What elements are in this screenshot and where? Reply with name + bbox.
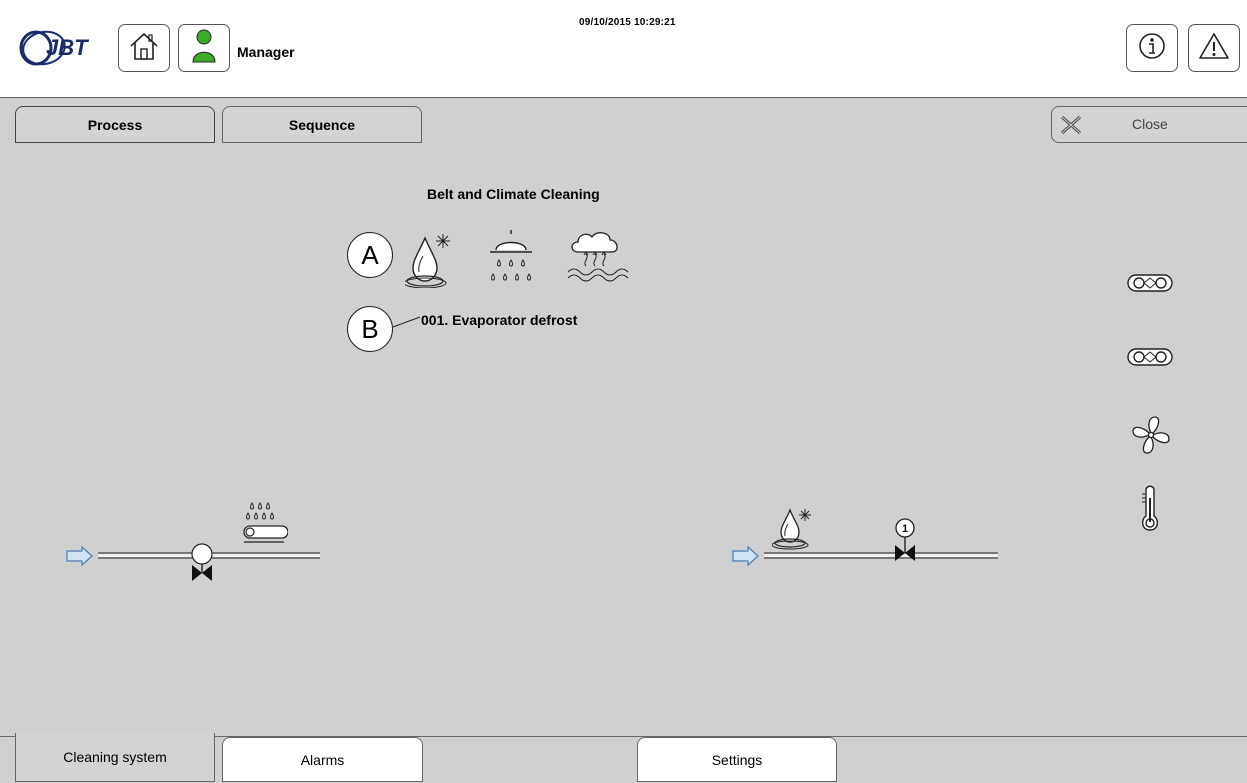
info-icon [1137, 31, 1167, 66]
tab-settings[interactable]: Settings [637, 737, 837, 782]
belt-drive-icon [1126, 273, 1174, 298]
callout-b: B [347, 306, 393, 352]
home-icon [128, 31, 160, 66]
callout-a: A [347, 232, 393, 278]
info-button[interactable] [1126, 24, 1178, 72]
valve-number: 1 [902, 523, 908, 535]
user-icon [191, 29, 217, 68]
current-step: 001. Evaporator defrost [421, 312, 578, 328]
tab-process-label: Process [87, 116, 143, 133]
tab-alarms-label: Alarms [300, 751, 345, 768]
close-label: Close [1132, 116, 1168, 132]
tab-alarms[interactable]: Alarms [222, 737, 423, 782]
belt-wash-icon [240, 500, 289, 555]
defrost-drop-icon [403, 228, 455, 293]
tab-sequence-label: Sequence [288, 116, 356, 133]
defrost-drop-icon [771, 506, 822, 557]
tab-cleaning-system[interactable]: Cleaning system [15, 733, 215, 782]
tab-sequence[interactable]: Sequence [222, 106, 422, 143]
alarm-button[interactable] [1188, 24, 1240, 72]
home-button[interactable] [118, 24, 170, 72]
belt-drive-icon [1126, 347, 1174, 372]
thermometer-icon [1138, 484, 1162, 539]
close-icon [1060, 115, 1082, 140]
valve-icon[interactable]: 1 [882, 516, 928, 573]
tab-process[interactable]: Process [15, 106, 215, 143]
datetime: 09/10/2015 10:29:21 [579, 17, 676, 28]
right-flow-line [732, 545, 998, 567]
callout-b-leader [392, 316, 421, 328]
jbt-logo: JBT [16, 26, 104, 70]
main-panel [0, 97, 1247, 783]
warning-icon [1198, 31, 1230, 66]
top-bar: JBT Manager 09/10/2015 10:29:21 [0, 0, 1247, 97]
close-button[interactable]: Close [1051, 106, 1247, 143]
valve-icon[interactable] [180, 543, 226, 594]
shower-icon [486, 228, 536, 293]
brand-text: JBT [46, 35, 89, 60]
tab-cleaning-system-label: Cleaning system [63, 749, 167, 765]
tab-settings-label: Settings [711, 751, 763, 768]
user-button[interactable] [178, 24, 230, 72]
process-title: Belt and Climate Cleaning [427, 186, 600, 202]
user-name: Manager [237, 44, 295, 60]
steam-cloud-icon [566, 228, 632, 293]
fan-icon [1129, 413, 1173, 462]
